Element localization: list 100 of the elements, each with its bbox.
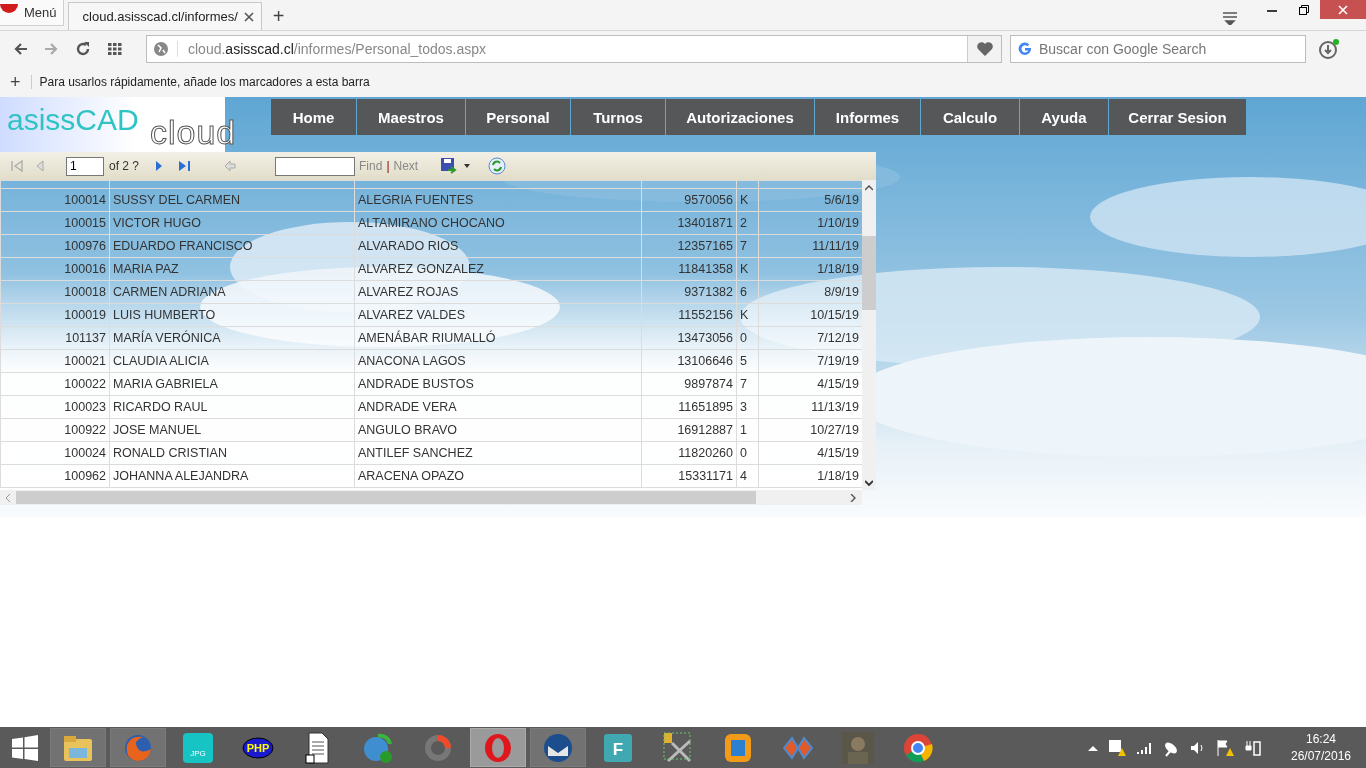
table-cell: 7 bbox=[736, 372, 759, 396]
vertical-scrollbar[interactable] bbox=[862, 180, 876, 490]
table-cell: 11841358 bbox=[641, 257, 737, 281]
g-logo-icon bbox=[1018, 42, 1032, 56]
bird-mail-icon bbox=[542, 731, 574, 764]
cube-icon bbox=[723, 731, 753, 764]
tools-icon bbox=[662, 730, 694, 765]
table-cell: MARÍA VERÓNICA bbox=[109, 326, 355, 350]
table-cell: ALVARADO RIOS bbox=[354, 234, 642, 258]
nav-item[interactable]: Turnos bbox=[571, 99, 666, 135]
table-cell: 100022 bbox=[0, 372, 110, 396]
reload-icon bbox=[75, 41, 91, 57]
table-cell: 11552156 bbox=[641, 303, 737, 327]
bookmarks-hint: Para usarlos rápidamente, añade los marcadores a esta barra bbox=[30, 75, 370, 89]
table-cell: ANDRADE BUSTOS bbox=[354, 372, 642, 396]
table-cell: 100922 bbox=[0, 418, 110, 442]
table-cell: 11820260 bbox=[641, 441, 737, 465]
table-cell: 100976 bbox=[0, 234, 110, 258]
fox-globe-icon bbox=[123, 732, 153, 763]
heart-icon bbox=[975, 41, 994, 57]
table-cell: MARIA PAZ bbox=[109, 257, 355, 281]
browser-tab[interactable]: cloud.asisscad.cl/informes/ bbox=[67, 2, 262, 30]
grid-icon bbox=[108, 43, 122, 55]
table-cell: ALVAREZ VALDES bbox=[354, 303, 642, 327]
taskbar-button[interactable] bbox=[530, 728, 586, 767]
table-cell: ALTAMIRANO CHOCANO bbox=[354, 211, 642, 235]
table-cell: 100021 bbox=[0, 349, 110, 373]
table-cell: 15331171 bbox=[641, 464, 737, 488]
scroll-thumb[interactable] bbox=[862, 236, 876, 310]
clock-date: 26/07/2016 bbox=[1290, 749, 1352, 763]
table-cell: ALVAREZ ROJAS bbox=[354, 280, 642, 304]
clock-time: 16:24 bbox=[1306, 732, 1336, 746]
opera-icon bbox=[483, 732, 513, 763]
search-field[interactable]: Buscar con Google Search bbox=[1010, 35, 1306, 63]
nav-item[interactable]: Calculo bbox=[921, 99, 1020, 135]
menu-button[interactable]: Menú bbox=[0, 0, 64, 26]
table-cell: 13401871 bbox=[641, 211, 737, 235]
table-cell: 5 bbox=[736, 349, 759, 373]
table-cell: 100962 bbox=[0, 464, 110, 488]
nav-item[interactable]: Autorizaciones bbox=[666, 99, 815, 135]
table-cell: ANACONA LAGOS bbox=[354, 349, 642, 373]
table-cell: 16912887 bbox=[641, 418, 737, 442]
table-cell: 100024 bbox=[0, 441, 110, 465]
table-cell: 7 bbox=[736, 234, 759, 258]
find-field[interactable] bbox=[275, 156, 356, 176]
table-cell: 100023 bbox=[0, 395, 110, 419]
table-cell: 13473056 bbox=[641, 326, 737, 350]
scroll-right-icon bbox=[850, 493, 856, 502]
signal-icon bbox=[1136, 740, 1152, 755]
first-page-icon bbox=[11, 160, 23, 172]
table-cell: ARACENA OPAZO bbox=[354, 464, 642, 488]
table-cell: VICTOR HUGO bbox=[109, 211, 355, 235]
table-cell: 100016 bbox=[0, 257, 110, 281]
nav-item[interactable]: Personal bbox=[466, 99, 571, 135]
export-button[interactable] bbox=[440, 157, 471, 175]
table-cell: 100019 bbox=[0, 303, 110, 327]
table-cell: 0 bbox=[736, 326, 759, 350]
refresh-button[interactable] bbox=[488, 157, 507, 175]
taskbar-button[interactable]: PHP bbox=[230, 728, 286, 767]
table-cell: AMENÁBAR RIUMALLÓ bbox=[354, 326, 642, 350]
table-cell: 9570056 bbox=[641, 188, 737, 212]
table-cell: ANGULO BRAVO bbox=[354, 418, 642, 442]
menu-icon bbox=[1222, 10, 1238, 25]
download-icon bbox=[1318, 38, 1340, 60]
nav-item[interactable]: Maestros bbox=[357, 99, 466, 135]
table-cell: LUIS HUMBERTO bbox=[109, 303, 355, 327]
close-icon bbox=[243, 11, 254, 22]
horizontal-scrollbar[interactable] bbox=[0, 490, 862, 505]
chevron-up-icon bbox=[1088, 744, 1098, 751]
new-tab-button[interactable]: + bbox=[265, 2, 292, 30]
scroll-left-icon bbox=[5, 493, 11, 502]
page-count: of 2 ? bbox=[109, 159, 140, 173]
table-cell: 0 bbox=[736, 441, 759, 465]
scroll-thumb[interactable] bbox=[16, 491, 756, 504]
table-cell: 100015 bbox=[0, 211, 110, 235]
bookmark-button[interactable] bbox=[967, 36, 1001, 62]
scroll-up-icon bbox=[865, 185, 873, 191]
address-field[interactable]: cloud.asisscad.cl/informes/Personal_todos.aspx bbox=[146, 35, 1002, 63]
table-cell: 11651895 bbox=[641, 395, 737, 419]
forward-arrow-icon bbox=[43, 41, 59, 57]
nav-item[interactable]: Cerrar Sesion bbox=[1109, 99, 1247, 135]
installer-icon bbox=[362, 731, 394, 764]
nav-item[interactable]: Informes bbox=[815, 99, 921, 135]
table-cell: ANDRADE VERA bbox=[354, 395, 642, 419]
first-page-button[interactable] bbox=[8, 160, 26, 172]
table-cell: 3 bbox=[736, 395, 759, 419]
left-arrow-icon bbox=[224, 160, 237, 172]
nav-item[interactable]: Ayuda bbox=[1020, 99, 1109, 135]
separator-text: | bbox=[386, 159, 390, 173]
table-cell: 13106646 bbox=[641, 349, 737, 373]
add-bookmark-button[interactable]: + bbox=[10, 71, 21, 93]
close-tab-button[interactable] bbox=[243, 11, 254, 22]
table-cell: K bbox=[736, 188, 759, 212]
scroll-down-icon bbox=[865, 480, 873, 486]
save-icon bbox=[440, 157, 459, 175]
clock[interactable]: 16:24 26/07/2016 bbox=[1286, 732, 1356, 763]
ring-icon bbox=[423, 732, 453, 763]
page-number-field[interactable]: 1 bbox=[66, 156, 104, 176]
downloads-button[interactable] bbox=[1318, 38, 1340, 60]
nav-item[interactable]: Home bbox=[271, 99, 357, 135]
